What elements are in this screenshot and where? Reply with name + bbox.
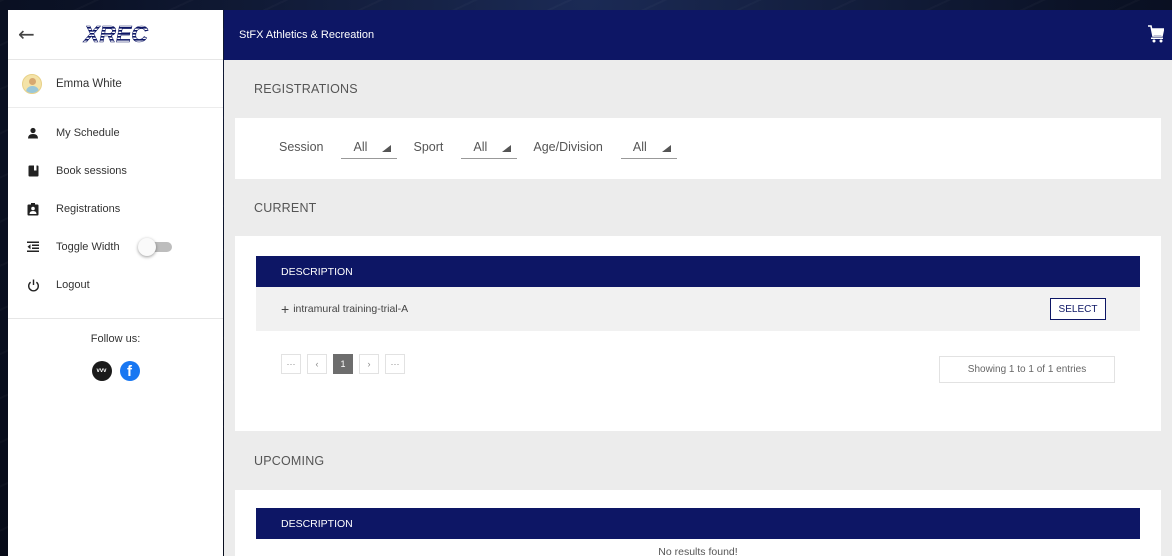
sidebar-item-book-sessions[interactable]: Book sessions (8, 152, 223, 190)
sidebar-item-label: My Schedule (56, 127, 120, 139)
description-column-header: DESCRIPTION (281, 517, 353, 530)
toggle-knob (137, 238, 156, 256)
avatar (22, 73, 42, 94)
table-header: DESCRIPTION (256, 508, 1140, 539)
sidebar-item-label: Book sessions (56, 165, 127, 177)
back-arrow-icon[interactable]: ← (18, 22, 35, 46)
dropdown-arrow-icon (382, 145, 392, 152)
toggle-width-switch[interactable] (137, 238, 172, 256)
cart-icon[interactable] (1148, 25, 1165, 48)
badge-icon (26, 202, 40, 216)
sidebar-item-toggle-width[interactable]: Toggle Width (8, 228, 223, 266)
filter-label-session: Session (279, 140, 324, 154)
top-bar: StFX Athletics & Recreation (224, 10, 1172, 60)
select-button[interactable]: SELECT (1050, 298, 1106, 320)
prev-page-button[interactable]: ‹ (307, 354, 327, 374)
upcoming-title: UPCOMING (254, 454, 325, 468)
sidebar-item-label: Registrations (56, 203, 121, 215)
current-card: DESCRIPTION + intramural training-trial-… (235, 236, 1161, 431)
last-page-button[interactable]: ··· (385, 354, 405, 374)
facebook-icon[interactable]: f (119, 361, 140, 381)
filter-card: Session All Sport All Age/Division All (235, 118, 1161, 179)
registrations-title: REGISTRATIONS (254, 82, 358, 96)
sidebar-nav: My Schedule Book sessions Registrations … (8, 108, 223, 304)
age-division-select-value: All (632, 139, 647, 154)
xrec-logo[interactable]: XREC (82, 21, 168, 52)
user-name: Emma White (56, 77, 122, 90)
sport-select-value: All (473, 139, 488, 154)
first-page-button[interactable]: ··· (281, 354, 301, 374)
sidebar-divider (8, 318, 223, 319)
indent-icon (26, 240, 40, 254)
sidebar-item-my-schedule[interactable]: My Schedule (8, 114, 223, 152)
page-1-button[interactable]: 1 (333, 354, 353, 374)
table-header: DESCRIPTION (256, 256, 1140, 287)
user-profile[interactable]: Emma White (8, 60, 223, 108)
sport-select[interactable]: All (461, 135, 518, 159)
next-page-button[interactable]: › (359, 354, 379, 374)
main-content: REGISTRATIONS Session All Sport All Age/… (224, 60, 1172, 556)
sidebar-item-label: Toggle Width (56, 241, 120, 253)
age-division-select[interactable]: All (620, 135, 677, 159)
row-description: intramural training-trial-A (293, 303, 409, 315)
logo-text: XREC (82, 21, 148, 47)
dropdown-arrow-icon (661, 145, 671, 152)
expand-icon[interactable]: + (281, 301, 289, 317)
app-title: StFX Athletics & Recreation (239, 29, 375, 41)
book-icon (26, 164, 40, 178)
session-select[interactable]: All (341, 135, 398, 159)
sidebar-header: ← XREC (8, 10, 223, 60)
filters-row: Session All Sport All Age/Division All (235, 118, 1161, 176)
filter-label-age-division: Age/Division (533, 140, 603, 154)
vimeo-icon[interactable]: vvv (91, 361, 112, 381)
power-icon (26, 278, 40, 292)
person-icon (26, 126, 40, 140)
filter-label-sport: Sport (413, 140, 444, 154)
sidebar: ← XREC Emma White My Schedule Book sessi… (8, 10, 223, 556)
dropdown-arrow-icon (502, 145, 512, 152)
current-title: CURRENT (254, 201, 317, 215)
description-column-header: DESCRIPTION (281, 265, 353, 278)
sidebar-item-registrations[interactable]: Registrations (8, 190, 223, 228)
entries-info: Showing 1 to 1 of 1 entries (939, 356, 1115, 383)
table-row[interactable]: + intramural training-trial-A SELECT (256, 287, 1140, 331)
pagination: ··· ‹ 1 › ··· (281, 354, 405, 374)
session-select-value: All (353, 139, 368, 154)
social-links: vvv f (8, 361, 223, 381)
sidebar-item-label: Logout (56, 279, 90, 291)
follow-us-label: Follow us: (90, 333, 141, 345)
upcoming-card: DESCRIPTION No results found! (235, 490, 1161, 556)
no-results-message: No results found! (658, 546, 738, 556)
sidebar-item-logout[interactable]: Logout (8, 266, 223, 304)
